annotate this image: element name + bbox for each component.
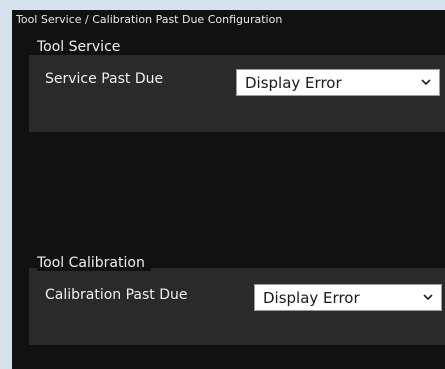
- service-past-due-select[interactable]: Display Error: [236, 69, 440, 96]
- tool-service-legend: Tool Service: [37, 39, 127, 55]
- chevron-down-icon: [423, 294, 433, 301]
- service-past-due-label: Service Past Due: [45, 71, 164, 87]
- panel-title: Tool Service / Calibration Past Due Conf…: [16, 13, 283, 26]
- calibration-past-due-label: Calibration Past Due: [45, 287, 188, 303]
- config-panel: Tool Service / Calibration Past Due Conf…: [12, 10, 445, 369]
- service-past-due-value: Display Error: [245, 73, 342, 92]
- calibration-past-due-value: Display Error: [263, 288, 360, 307]
- calibration-past-due-select[interactable]: Display Error: [254, 284, 442, 311]
- chevron-down-icon: [421, 79, 431, 86]
- tool-calibration-legend: Tool Calibration: [37, 255, 151, 271]
